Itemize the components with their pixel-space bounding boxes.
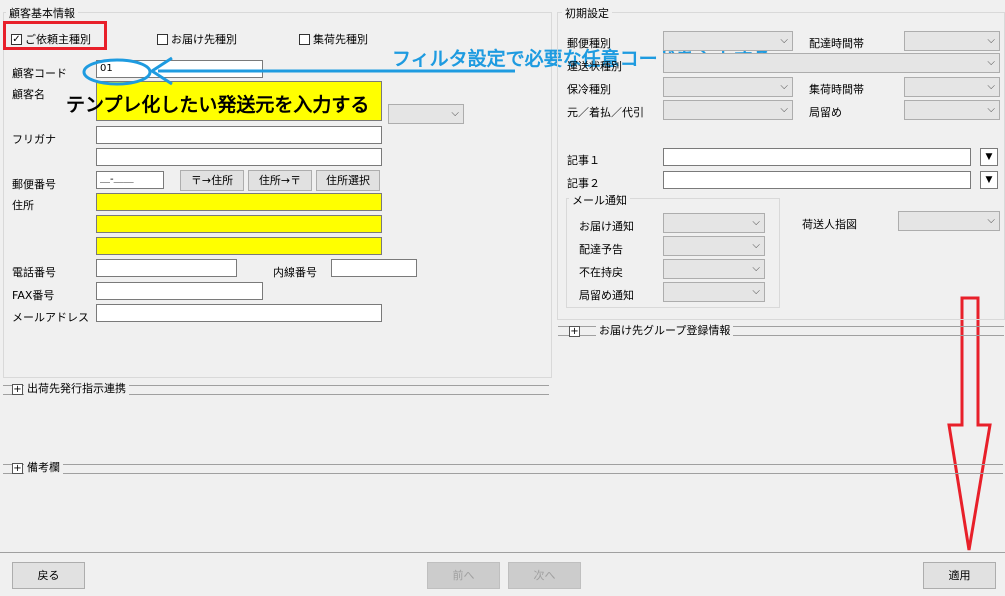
- group-reg-expand-icon[interactable]: +: [569, 326, 580, 337]
- mail-office-hold-select[interactable]: ⌵: [663, 282, 765, 302]
- shipping-instruction-expand-icon[interactable]: +: [12, 384, 23, 395]
- remarks-frame: [3, 464, 1003, 474]
- mail-absent-select[interactable]: ⌵: [663, 259, 765, 279]
- prev-button[interactable]: 前へ: [427, 562, 500, 589]
- note2-dropdown-icon[interactable]: ▼: [980, 171, 998, 189]
- mail-office-hold-label: 局留め通知: [579, 289, 634, 302]
- template-note: テンプレ化したい発送元を入力する: [66, 94, 370, 116]
- next-button[interactable]: 次へ: [508, 562, 581, 589]
- chevron-down-icon: ⌵: [780, 81, 788, 92]
- note2-label: 記事２: [567, 177, 600, 190]
- chevron-down-icon: ⌵: [987, 104, 995, 115]
- remarks-title: 備考欄: [24, 459, 63, 475]
- chevron-down-icon: ⌵: [752, 217, 760, 228]
- payment-label: 元／着払／代引: [567, 106, 644, 119]
- shipping-type-label: 運送状種別: [567, 60, 622, 73]
- chevron-down-icon: ⌵: [752, 263, 760, 274]
- note1-input[interactable]: [663, 148, 971, 166]
- chevron-down-icon: ⌵: [987, 35, 995, 46]
- mail-delivery-notice-select[interactable]: ⌵: [663, 213, 765, 233]
- initial-settings-title: 初期設定: [562, 5, 612, 21]
- chevron-down-icon: ⌵: [752, 286, 760, 297]
- office-hold-select[interactable]: ⌵: [904, 100, 1000, 120]
- mail-type-label: 郵便種別: [567, 37, 611, 50]
- group-reg-title: お届け先グループ登録情報: [596, 322, 734, 338]
- office-hold-label: 局留め: [809, 106, 842, 119]
- chevron-down-icon: ⌵: [752, 240, 760, 251]
- shipping-type-select[interactable]: ⌵: [663, 53, 1000, 73]
- code-highlight-ellipse: [82, 58, 152, 86]
- sender-select[interactable]: ⌵: [898, 211, 1000, 231]
- note1-label: 記事１: [567, 154, 600, 167]
- cold-type-select[interactable]: ⌵: [663, 77, 793, 97]
- chevron-down-icon: ⌵: [780, 104, 788, 115]
- remarks-expand-icon[interactable]: +: [12, 463, 23, 474]
- chevron-down-icon: ⌵: [780, 35, 788, 46]
- mail-forecast-select[interactable]: ⌵: [663, 236, 765, 256]
- payment-select[interactable]: ⌵: [663, 100, 793, 120]
- mail-absent-label: 不在持戻: [579, 266, 623, 279]
- chevron-down-icon: ⌵: [987, 57, 995, 68]
- apply-button[interactable]: 適用: [923, 562, 996, 589]
- shipping-instruction-title: 出荷先発行指示連携: [24, 380, 129, 396]
- mail-delivery-notice-label: お届け通知: [579, 220, 634, 233]
- sender-label: 荷送人指図: [802, 218, 857, 231]
- pickup-time-label: 集荷時間帯: [809, 83, 864, 96]
- mail-forecast-label: 配達予告: [579, 243, 623, 256]
- mail-type-select[interactable]: ⌵: [663, 31, 793, 51]
- delivery-time-select[interactable]: ⌵: [904, 31, 1000, 51]
- mail-notice-title: メール通知: [569, 192, 630, 208]
- back-button[interactable]: 戻る: [12, 562, 85, 589]
- chevron-down-icon: ⌵: [987, 215, 995, 226]
- delivery-time-label: 配達時間帯: [809, 37, 864, 50]
- pickup-time-select[interactable]: ⌵: [904, 77, 1000, 97]
- note2-input[interactable]: [663, 171, 971, 189]
- note1-dropdown-icon[interactable]: ▼: [980, 148, 998, 166]
- footer-divider: [0, 552, 1005, 553]
- chevron-down-icon: ⌵: [987, 81, 995, 92]
- cold-type-label: 保冷種別: [567, 83, 611, 96]
